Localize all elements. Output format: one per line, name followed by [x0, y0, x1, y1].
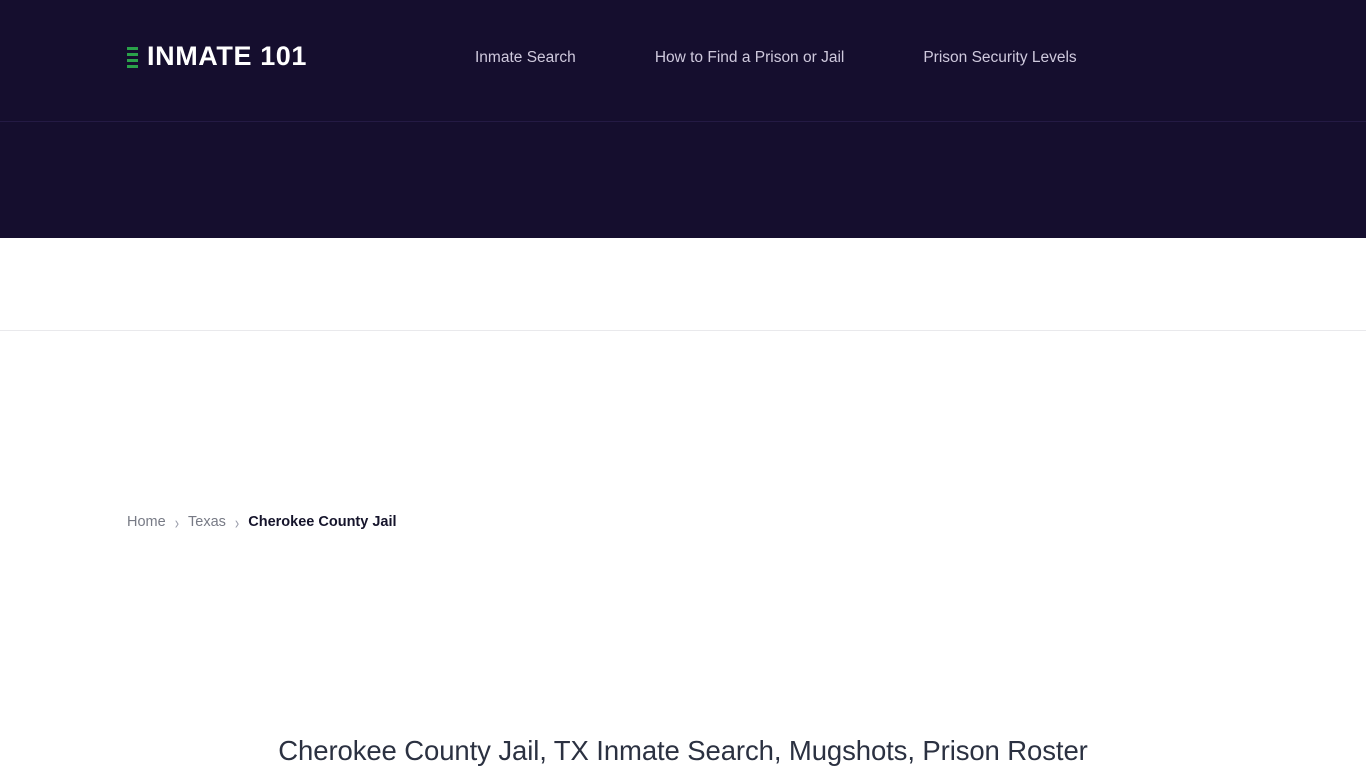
site-header: INMATE 101 Inmate Search How to Find a P…: [0, 0, 1366, 122]
breadcrumb-separator: ›: [174, 511, 180, 533]
header-search-section: Inmate Lookup Service: [0, 122, 1366, 314]
breadcrumb-separator: ›: [234, 511, 240, 533]
breadcrumb-item-home[interactable]: Home: [127, 514, 166, 530]
breadcrumb: Home › Texas › Cherokee County Jail: [127, 511, 397, 533]
breadcrumb-item-current: Cherokee County Jail: [248, 514, 397, 530]
breadcrumb-bar: Home › Texas › Cherokee County Jail: [0, 238, 1366, 531]
main-navigation: Inmate Search How to Find a Prison or Ja…: [475, 49, 1077, 67]
breadcrumb-item-texas[interactable]: Texas: [188, 514, 226, 530]
jail-bars-icon: [127, 46, 138, 68]
page-title: Cherokee County Jail, TX Inmate Search, …: [278, 735, 1088, 766]
logo-text: INMATE 101: [147, 41, 308, 71]
site-logo[interactable]: INMATE 101: [127, 43, 307, 70]
nav-item-how-to-find-a-prison-or-jail[interactable]: How to Find a Prison or Jail: [655, 49, 845, 67]
nav-item-inmate-search[interactable]: Inmate Search: [475, 49, 576, 67]
nav-item-prison-security-levels[interactable]: Prison Security Levels: [923, 49, 1076, 67]
